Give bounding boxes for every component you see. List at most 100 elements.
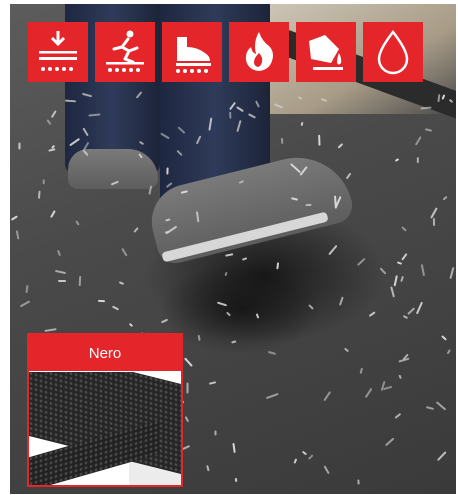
shaving (10, 215, 18, 221)
shaving (55, 269, 67, 274)
shaving (323, 465, 330, 475)
shaving (112, 305, 120, 311)
shaving (224, 271, 229, 277)
shaving (343, 347, 350, 353)
shaving (400, 226, 407, 233)
shaving (214, 430, 217, 436)
shaving (230, 339, 237, 344)
shaving (359, 367, 363, 375)
shaving (442, 196, 448, 201)
anti-fatigue-icon (28, 22, 88, 82)
shaving (424, 128, 433, 132)
shaving (345, 172, 351, 180)
shaving (416, 157, 419, 164)
shaving (449, 266, 455, 279)
shaving (79, 275, 82, 286)
shaving (390, 286, 395, 298)
shaving (364, 387, 373, 398)
shaving (184, 357, 193, 368)
shaving (356, 257, 366, 267)
shaving (337, 143, 344, 150)
shaving (208, 381, 216, 385)
shaving (118, 281, 124, 286)
shaving (446, 349, 451, 355)
shaving (398, 374, 403, 379)
shaving (407, 307, 415, 315)
shaving (368, 311, 376, 317)
shaving (255, 313, 260, 319)
shaving (225, 311, 231, 317)
shaving (437, 451, 447, 462)
swatch-image (29, 372, 181, 485)
shaving (384, 437, 395, 447)
shaving (57, 280, 66, 283)
shaving (37, 190, 41, 200)
water-resistant-icon (363, 22, 423, 82)
shaving (57, 249, 62, 257)
color-swatch: Nero (27, 333, 183, 487)
fire-resistant-icon (229, 22, 289, 82)
shaving (18, 142, 21, 150)
shaving (166, 167, 169, 175)
shaving (305, 203, 312, 206)
shaving (383, 385, 393, 391)
shaving (97, 299, 105, 302)
shaving (46, 118, 52, 125)
shaving (357, 478, 361, 485)
shaving (415, 301, 423, 314)
shaving (307, 304, 314, 310)
shaving (420, 264, 425, 277)
shaving (49, 210, 56, 218)
shaving (293, 458, 298, 464)
shaving (328, 244, 338, 255)
shaving (414, 135, 422, 146)
shaving (433, 217, 436, 226)
shaving (148, 185, 153, 195)
shaving (50, 109, 57, 118)
shaving (75, 220, 80, 227)
shaving (184, 415, 189, 422)
shaving (426, 406, 435, 410)
shaving (400, 275, 404, 282)
shaving (224, 253, 234, 257)
shaving (242, 257, 248, 262)
shaving (338, 296, 344, 306)
shaving (161, 318, 169, 324)
shaving (379, 267, 387, 275)
shaving (206, 464, 210, 471)
shaving (44, 328, 57, 333)
shaving (394, 158, 399, 163)
shaving (396, 261, 402, 265)
shaving (121, 247, 128, 256)
shaving (435, 401, 447, 412)
shaving (280, 138, 284, 145)
shaving (19, 300, 31, 309)
shaving (398, 357, 410, 363)
shaving (317, 135, 321, 146)
shaving (400, 253, 408, 262)
shaving (300, 121, 304, 127)
shaving (25, 284, 29, 293)
shaving (267, 350, 277, 355)
shaving (197, 334, 201, 342)
shaving (234, 478, 238, 483)
shaving (266, 392, 280, 399)
shaving (42, 178, 46, 185)
shaving (302, 451, 308, 456)
shaving (15, 230, 20, 241)
shaving (133, 226, 139, 233)
shaving (394, 413, 402, 420)
shaving (323, 391, 331, 402)
shaving (380, 381, 386, 392)
swatch-label: Nero (29, 335, 181, 372)
shaving (393, 275, 399, 288)
shaving (186, 382, 189, 394)
shaving (276, 262, 280, 271)
shaving (217, 301, 228, 307)
shaving (440, 334, 447, 341)
shaving (232, 443, 237, 454)
anti-slip-icon (95, 22, 155, 82)
shaving (403, 314, 409, 319)
shaving (128, 323, 134, 328)
shaving (307, 454, 314, 461)
